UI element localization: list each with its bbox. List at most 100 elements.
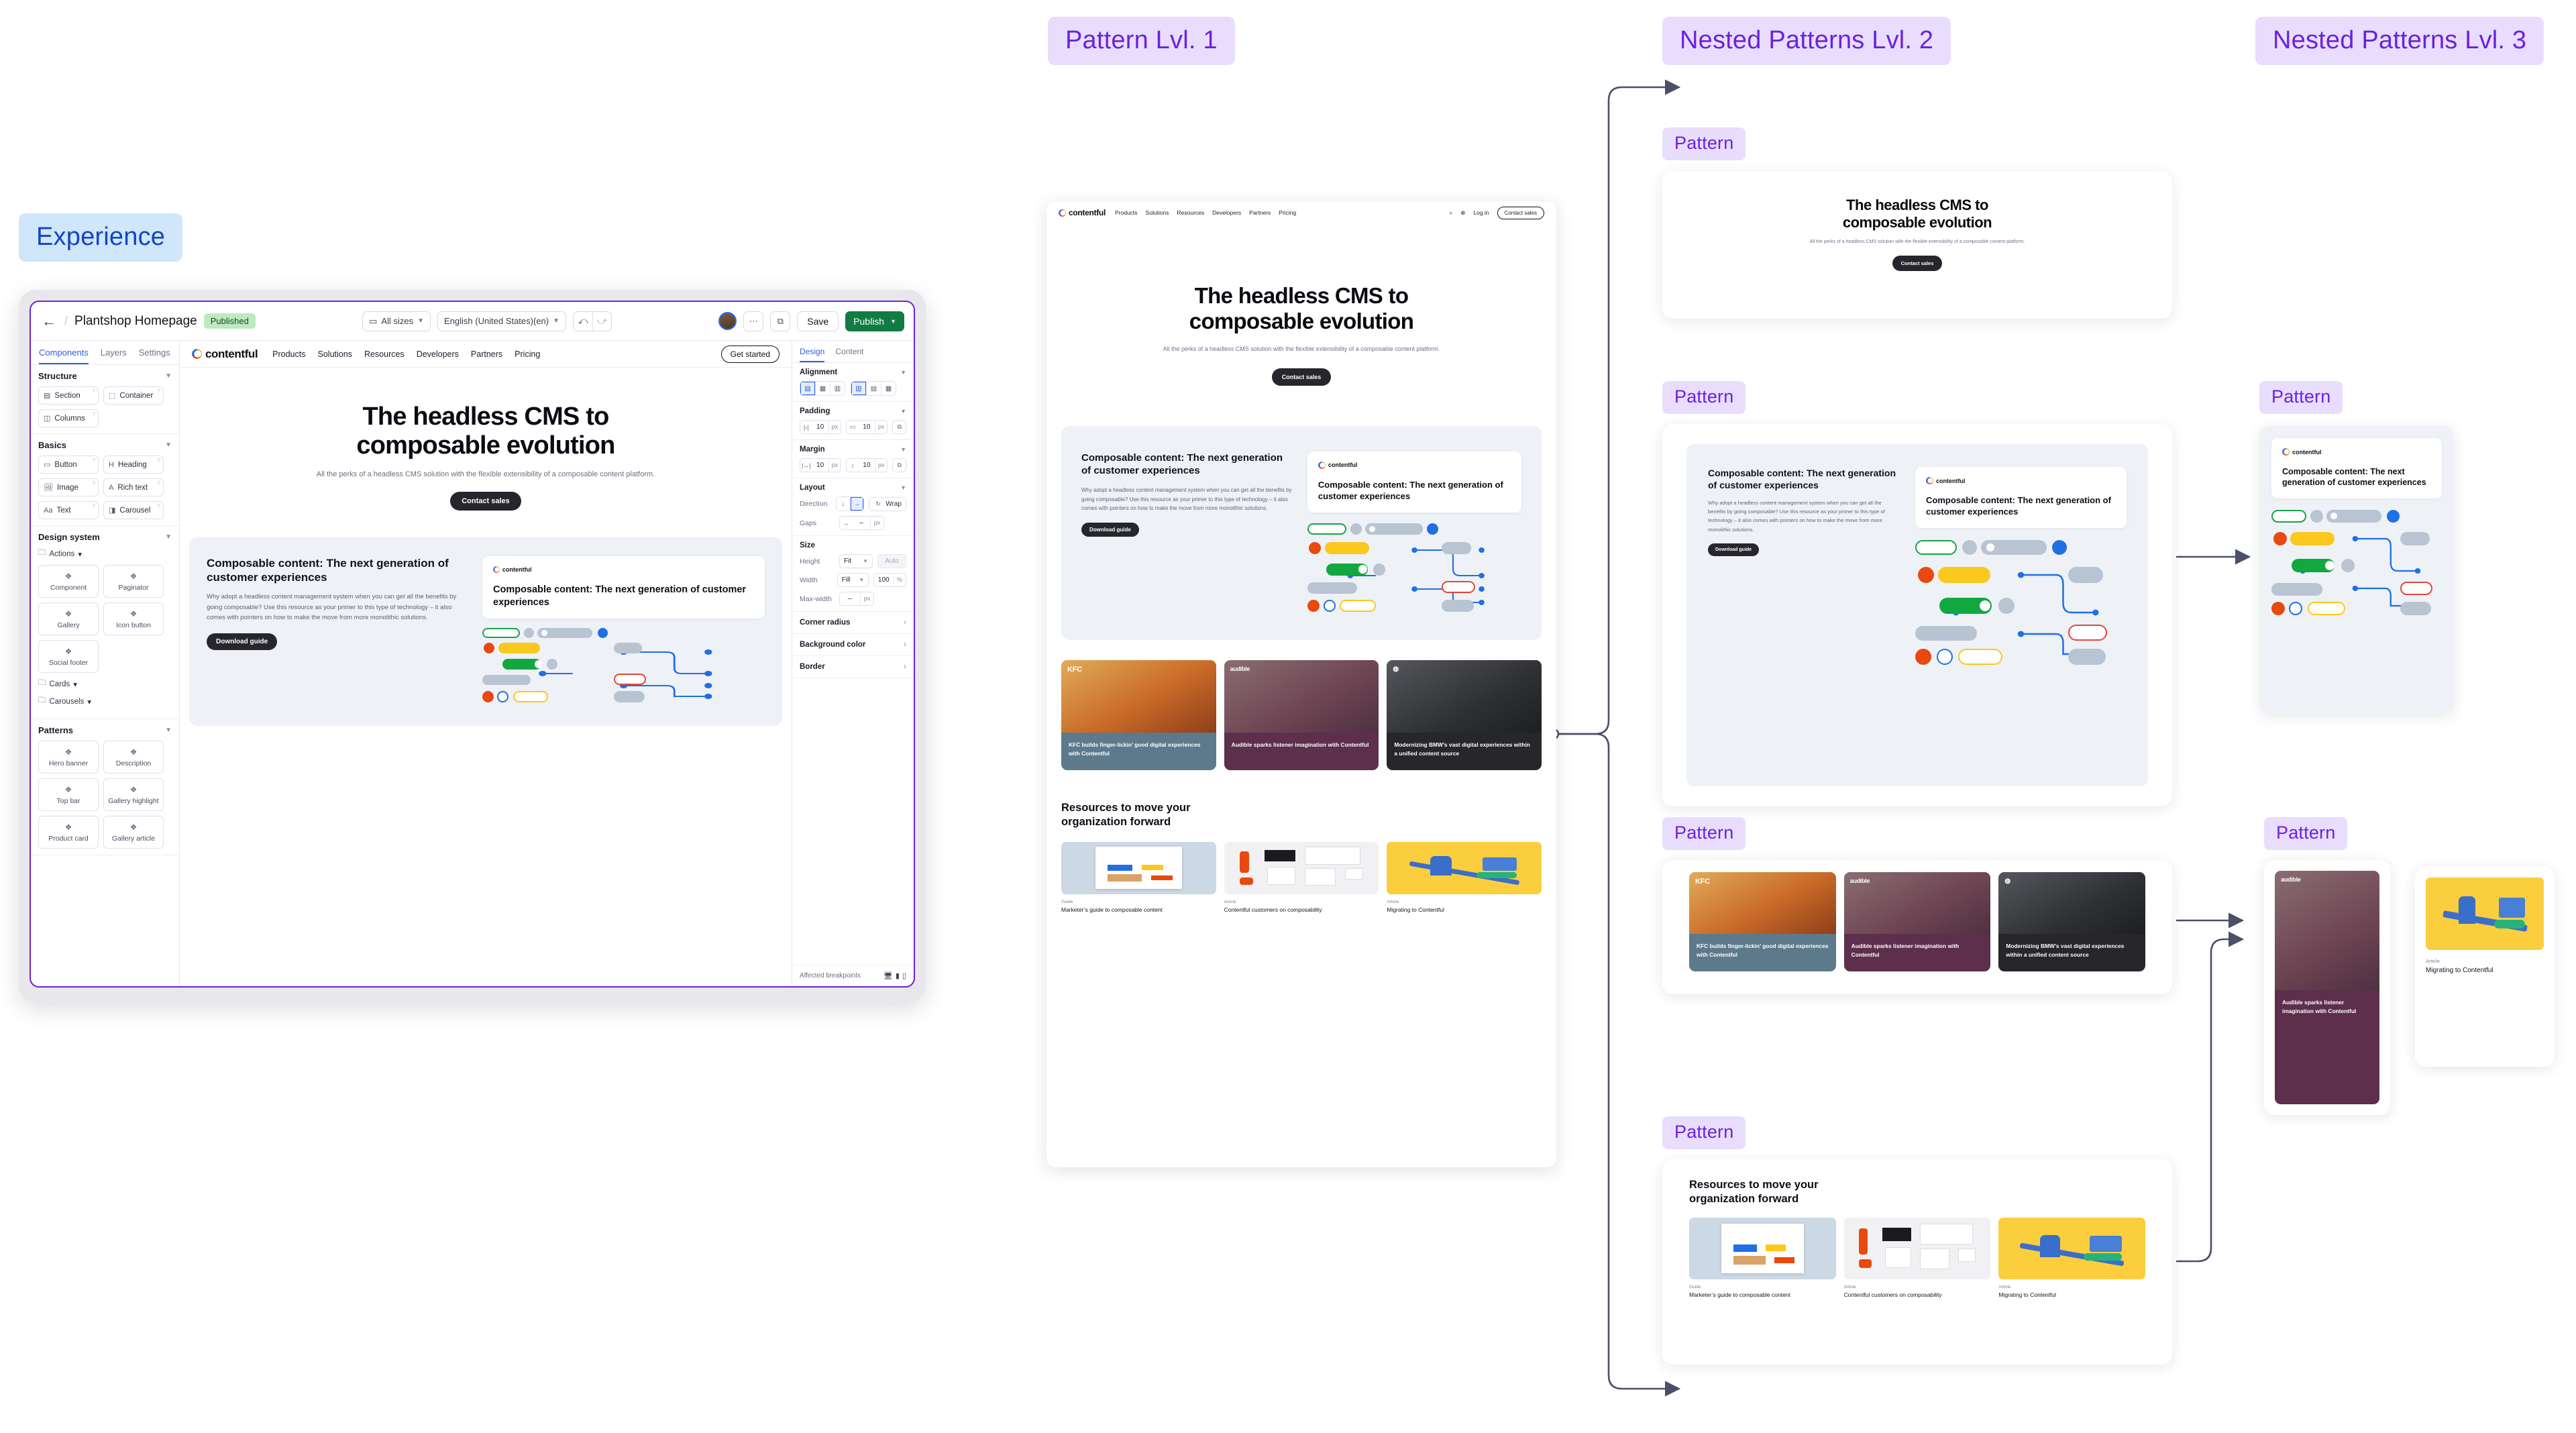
contact-sales-button[interactable]: Contact sales [1497, 206, 1544, 219]
width-number-input[interactable]: 100% [873, 573, 906, 587]
editor-canvas[interactable]: contentful Products Solutions Resources … [180, 341, 792, 986]
chevron-down-icon[interactable]: ▼ [900, 369, 906, 376]
tablet-icon[interactable]: ▮ [896, 971, 900, 980]
align-center-icon[interactable]: ▦ [815, 382, 830, 395]
customer-card-audible[interactable]: audible Audible sparks listener imaginat… [1224, 659, 1379, 770]
direction-group[interactable]: ↓ → [836, 496, 864, 511]
nav-link-resources[interactable]: Resources [1177, 209, 1205, 216]
contact-sales-button[interactable]: Contact sales [450, 491, 521, 511]
ds-card-gallery[interactable]: ❖ Gallery [38, 602, 99, 635]
pattern-product-card[interactable]: contentful Composable content: The next … [2259, 426, 2454, 714]
link-background-color[interactable]: Background color › [792, 634, 914, 656]
pattern-card-gallery-article[interactable]: ❖ Gallery article [103, 816, 164, 849]
height-auto-button[interactable]: Auto [877, 554, 906, 568]
component-chip-heading[interactable]: H Heading? [103, 456, 164, 474]
customer-card-audible[interactable]: audible Audible sparks listener imaginat… [2275, 871, 2379, 1104]
contact-sales-button[interactable]: Contact sales [1892, 255, 1943, 271]
tab-settings[interactable]: Settings [139, 348, 170, 364]
wrap-toggle[interactable]: ↻ Wrap [868, 496, 906, 511]
resource-card-article2[interactable]: Article Migrating to Contentful [1998, 1217, 2146, 1299]
align-right-icon[interactable]: ▥ [830, 382, 845, 395]
resource-card-article2[interactable]: Article Migrating to Contentful [1387, 841, 1542, 914]
tab-layers[interactable]: Layers [101, 348, 127, 364]
chevron-down-icon[interactable]: ▼ [165, 533, 172, 541]
login-icon[interactable]: ⊕ [1460, 209, 1465, 217]
folder-carousels[interactable]: 🗀 Carousels ▾ [38, 695, 172, 708]
download-guide-button[interactable]: Download guide [1081, 522, 1139, 537]
pattern-customer-card[interactable]: audible Audible sparks listener imaginat… [2264, 860, 2390, 1115]
pattern-lvl1-preview[interactable]: contentful Products Solutions Resources … [1046, 201, 1556, 1167]
direction-row-icon[interactable]: → [849, 497, 863, 511]
pattern-gallery-highlight[interactable]: KFC KFC builds finger-lickin’ good digit… [1662, 860, 2172, 994]
nav-link-products[interactable]: Products [1115, 209, 1138, 216]
download-guide-button[interactable]: Download guide [207, 633, 278, 651]
chevron-down-icon[interactable]: ▼ [165, 372, 172, 380]
padding-vertical-input[interactable]: ▭ 10 px [846, 420, 888, 434]
padding-expand-button[interactable]: ⧉ [892, 420, 906, 434]
nav-link-developers[interactable]: Developers [417, 350, 459, 359]
tab-components[interactable]: Components [39, 348, 89, 364]
back-arrow-icon[interactable]: ← [40, 313, 58, 330]
get-started-button[interactable]: Get started [720, 345, 780, 363]
tab-content[interactable]: Content [835, 347, 863, 362]
nav-link-pricing[interactable]: Pricing [515, 350, 540, 359]
undo-redo-group[interactable]: ⤺ ⤻ [573, 311, 612, 331]
pattern-card-gallery-highlight[interactable]: ❖ Gallery highlight [103, 778, 164, 811]
nav-link-partners[interactable]: Partners [471, 350, 502, 359]
search-icon[interactable]: ⌕ [1449, 209, 1452, 217]
folder-actions[interactable]: 🗀 Actions ▾ [38, 547, 172, 560]
save-button[interactable]: Save [797, 311, 839, 331]
maxwidth-input[interactable]: – px [839, 592, 874, 606]
align-bottom-icon[interactable]: ▦ [881, 382, 896, 395]
component-chip-image[interactable]: 🖼 Image? [38, 478, 99, 496]
pattern-card-top-bar[interactable]: ❖ Top bar [38, 778, 99, 811]
link-border[interactable]: Border › [792, 656, 914, 678]
contact-sales-button[interactable]: Contact sales [1271, 368, 1332, 386]
resource-card-guide[interactable]: Guide Marketer’s guide to composable con… [1061, 841, 1216, 914]
customer-card-bmw[interactable]: ◍ Modernizing BMW’s vast digital experie… [1998, 872, 2146, 972]
align-top-icon[interactable]: ▥ [851, 382, 866, 395]
tab-design[interactable]: Design [800, 347, 825, 362]
pattern-card-hero-banner[interactable]: ❖ Hero banner [38, 741, 99, 774]
login-link[interactable]: Log in [1473, 209, 1489, 216]
nav-link-pricing[interactable]: Pricing [1279, 209, 1296, 216]
component-chip-columns[interactable]: ◫ Columns? [38, 409, 99, 427]
nav-link-developers[interactable]: Developers [1212, 209, 1241, 216]
margin-expand-button[interactable]: ⧉ [892, 458, 906, 472]
width-select[interactable]: Fill ▼ [837, 573, 869, 587]
locale-select[interactable]: English (United States)(en) ▼ [437, 311, 566, 331]
component-chip-text[interactable]: Aa Text? [38, 501, 99, 519]
component-chip-container[interactable]: ⬚ Container? [103, 386, 164, 405]
chevron-down-icon[interactable]: ▼ [165, 727, 172, 734]
mobile-icon[interactable]: ▯ [902, 971, 906, 980]
pattern-description[interactable]: Composable content: The next generation … [1662, 424, 2172, 806]
resource-card-guide[interactable]: Guide Marketer’s guide to composable con… [1689, 1217, 1836, 1299]
avatar[interactable] [718, 312, 737, 330]
publish-button[interactable]: Publish ▼ [845, 311, 905, 331]
ds-card-icon-button[interactable]: ❖ Icon button [103, 602, 164, 635]
ds-card-component[interactable]: ❖ Component [38, 565, 99, 598]
nav-link-partners[interactable]: Partners [1249, 209, 1271, 216]
ellipsis-icon[interactable]: ⋯ [743, 311, 764, 331]
component-chip-section[interactable]: ▤ Section? [38, 386, 99, 405]
link-corner-radius[interactable]: Corner radius › [792, 612, 914, 634]
customer-card-kfc[interactable]: KFC KFC builds finger-lickin’ good digit… [1689, 872, 1836, 972]
folder-cards[interactable]: 🗀 Cards ▾ [38, 678, 172, 690]
nav-link-solutions[interactable]: Solutions [318, 350, 352, 359]
align-vertical-group[interactable]: ▥ ▤ ▦ [851, 381, 896, 396]
align-horizontal-group[interactable]: ▤ ▦ ▥ [800, 381, 845, 396]
external-link-icon[interactable]: ⧉ [770, 311, 791, 331]
chevron-down-icon[interactable]: ▼ [900, 446, 906, 453]
pattern-card-description[interactable]: ❖ Description [103, 741, 164, 774]
margin-vertical-input[interactable]: ↕ 10 px [846, 458, 888, 472]
align-middle-icon[interactable]: ▤ [866, 382, 881, 395]
component-chip-button[interactable]: ▭ Button? [38, 456, 99, 474]
direction-column-icon[interactable]: ↓ [837, 497, 850, 511]
chevron-down-icon[interactable]: ▼ [900, 484, 906, 491]
customer-card-bmw[interactable]: ◍ Modernizing BMW’s vast digital experie… [1387, 659, 1542, 770]
height-select[interactable]: Fit ▼ [839, 554, 873, 568]
ds-card-paginator[interactable]: ❖ Paginator [103, 565, 164, 598]
customer-card-audible[interactable]: audible Audible sparks listener imaginat… [1843, 872, 1991, 972]
pattern-resources[interactable]: Resources to move your organization forw… [1662, 1159, 2172, 1365]
nav-link-products[interactable]: Products [272, 350, 305, 359]
